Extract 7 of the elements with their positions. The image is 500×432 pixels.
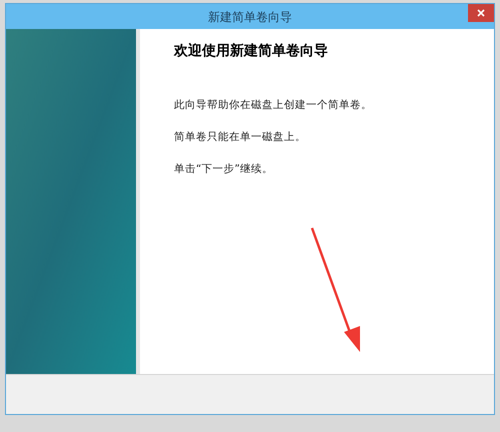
wizard-text: 单击“下一步”继续。 bbox=[174, 162, 274, 176]
wizard-text: 简单卷只能在单一磁盘上。 bbox=[174, 130, 307, 145]
wizard-heading: 欢迎使用新建简单卷向导 bbox=[174, 42, 329, 61]
wizard-text: 此向导帮助你在磁盘上创建一个简单卷。 bbox=[174, 98, 373, 113]
window-title: 新建简单卷向导 bbox=[207, 8, 293, 26]
close-button[interactable] bbox=[468, 4, 494, 22]
close-icon bbox=[477, 9, 485, 17]
